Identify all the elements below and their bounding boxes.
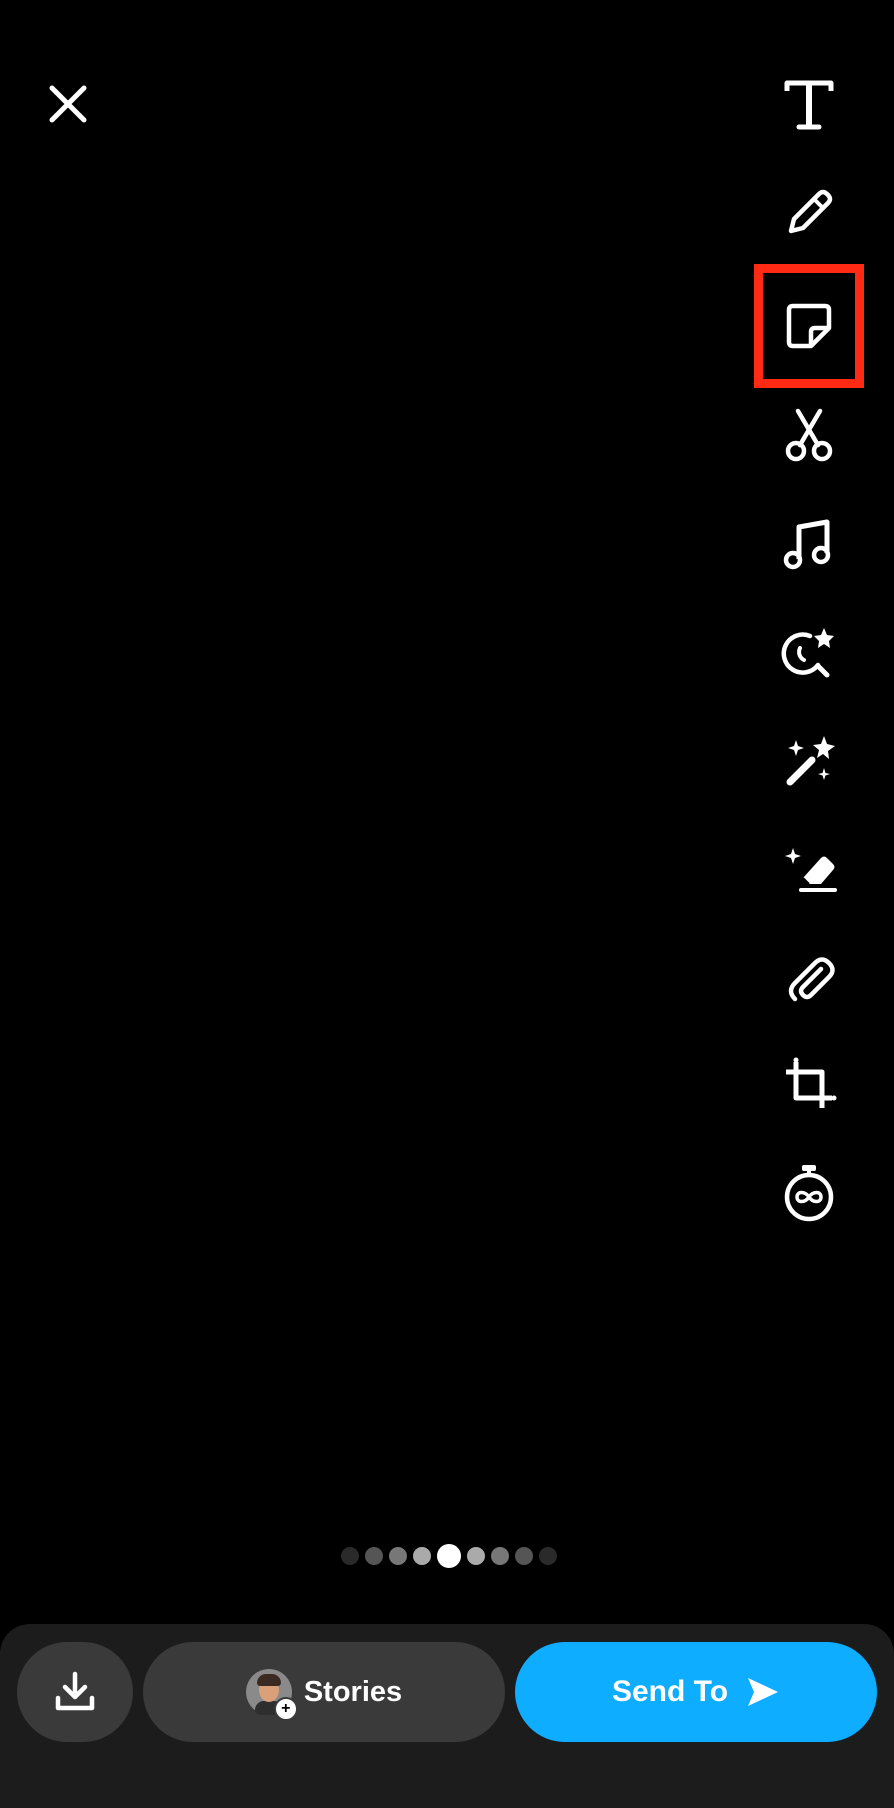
page-dot — [389, 1547, 407, 1565]
page-dot-active — [437, 1544, 461, 1568]
timer-tool-button[interactable] — [754, 1138, 864, 1248]
add-plus-icon: + — [273, 1697, 298, 1721]
save-button[interactable] — [17, 1642, 133, 1742]
text-icon — [784, 80, 834, 130]
sticker-icon — [786, 303, 832, 349]
scissors-tool-button[interactable] — [754, 380, 864, 490]
scissors-icon — [785, 408, 833, 462]
avatar: + — [245, 1669, 298, 1721]
snap-editor-screen: + Stories Send To — [0, 0, 894, 1808]
eraser-icon — [785, 848, 837, 892]
page-dot — [491, 1547, 509, 1565]
stories-label: Stories — [303, 1675, 403, 1708]
lens-search-icon — [781, 628, 834, 678]
magic-wand-icon — [786, 736, 835, 786]
send-to-button[interactable]: Send To — [515, 1642, 877, 1742]
bottom-action-bar: + Stories Send To — [0, 1624, 894, 1808]
magic-tool-button[interactable] — [754, 706, 864, 816]
music-note-icon — [783, 519, 831, 570]
stories-button[interactable]: + Stories — [143, 1642, 505, 1742]
download-icon — [55, 1671, 95, 1711]
sticker-tool-button[interactable] — [754, 264, 864, 388]
close-button[interactable] — [38, 74, 98, 134]
page-dot — [467, 1547, 485, 1565]
music-tool-button[interactable] — [754, 490, 864, 600]
paperclip-icon — [788, 957, 835, 1002]
page-dot — [413, 1547, 431, 1565]
crop-icon — [786, 1057, 837, 1108]
crop-tool-button[interactable] — [754, 1030, 864, 1140]
attachment-tool-button[interactable] — [754, 922, 864, 1032]
page-dot — [515, 1547, 533, 1565]
text-tool-button[interactable] — [754, 50, 864, 160]
timer-loop-icon — [784, 1165, 834, 1222]
send-to-label: Send To — [611, 1675, 729, 1708]
page-dot — [341, 1547, 359, 1565]
draw-tool-button[interactable] — [754, 158, 864, 268]
lens-tool-button[interactable] — [754, 598, 864, 708]
eraser-tool-button[interactable] — [754, 814, 864, 924]
send-arrow-icon — [748, 1678, 779, 1706]
pencil-icon — [788, 189, 833, 234]
page-indicator — [2, 1544, 894, 1568]
page-dot — [539, 1547, 557, 1565]
page-dot — [365, 1547, 383, 1565]
close-icon — [49, 85, 87, 123]
